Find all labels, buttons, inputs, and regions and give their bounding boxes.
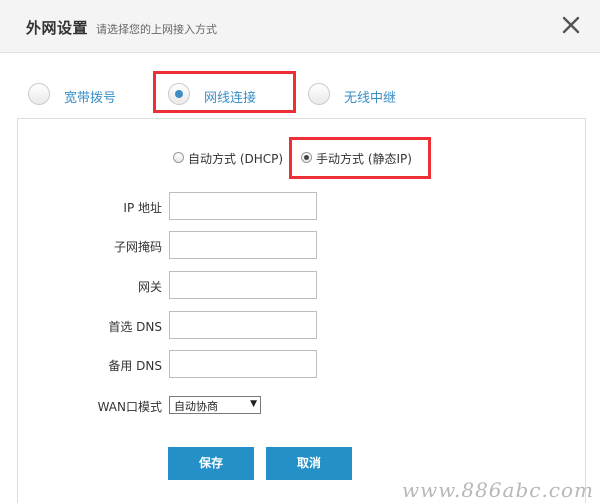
subnet-mask-label: 子网掩码: [113, 240, 162, 254]
radio-repeater[interactable]: [308, 83, 330, 105]
mode-dhcp[interactable]: 自动方式 (DHCP): [173, 150, 291, 166]
dialog-header: 外网设置 请选择您的上网接入方式: [0, 0, 600, 53]
save-button[interactable]: 保存: [168, 447, 254, 480]
highlight-box-mode: [289, 137, 431, 179]
ip-address-label: IP 地址: [123, 201, 162, 215]
secondary-dns-input[interactable]: [169, 350, 317, 378]
close-icon[interactable]: [560, 14, 582, 36]
cancel-button[interactable]: 取消: [266, 447, 352, 480]
tab-pppoe[interactable]: 宽带拨号: [28, 83, 128, 107]
tab-repeater[interactable]: 无线中继: [308, 83, 408, 107]
tab-repeater-label: 无线中继: [344, 91, 397, 106]
secondary-dns-label: 备用 DNS: [108, 359, 162, 373]
mode-dhcp-label: 自动方式 (DHCP): [188, 152, 284, 166]
tab-pppoe-label: 宽带拨号: [64, 91, 117, 106]
ip-address-input[interactable]: [169, 192, 317, 220]
radio-pppoe[interactable]: [28, 83, 50, 105]
wan-mode-label: WAN口模式: [97, 400, 162, 414]
primary-dns-label: 首选 DNS: [108, 320, 162, 334]
watermark: www.886abc.com: [402, 478, 595, 502]
primary-dns-input[interactable]: [169, 311, 317, 339]
gateway-label: 网关: [137, 280, 162, 294]
dialog-title: 外网设置: [26, 19, 89, 37]
highlight-box-tab: [153, 71, 296, 113]
dropdown-arrow-icon: ▼: [250, 399, 257, 409]
gateway-input[interactable]: [169, 271, 317, 299]
radio-dhcp[interactable]: [173, 152, 184, 163]
dialog-subtitle: 请选择您的上网接入方式: [96, 23, 217, 36]
wan-mode-select[interactable]: 自动协商 ▼: [169, 396, 261, 414]
wan-mode-value: 自动协商: [174, 400, 218, 413]
subnet-mask-input[interactable]: [169, 231, 317, 259]
